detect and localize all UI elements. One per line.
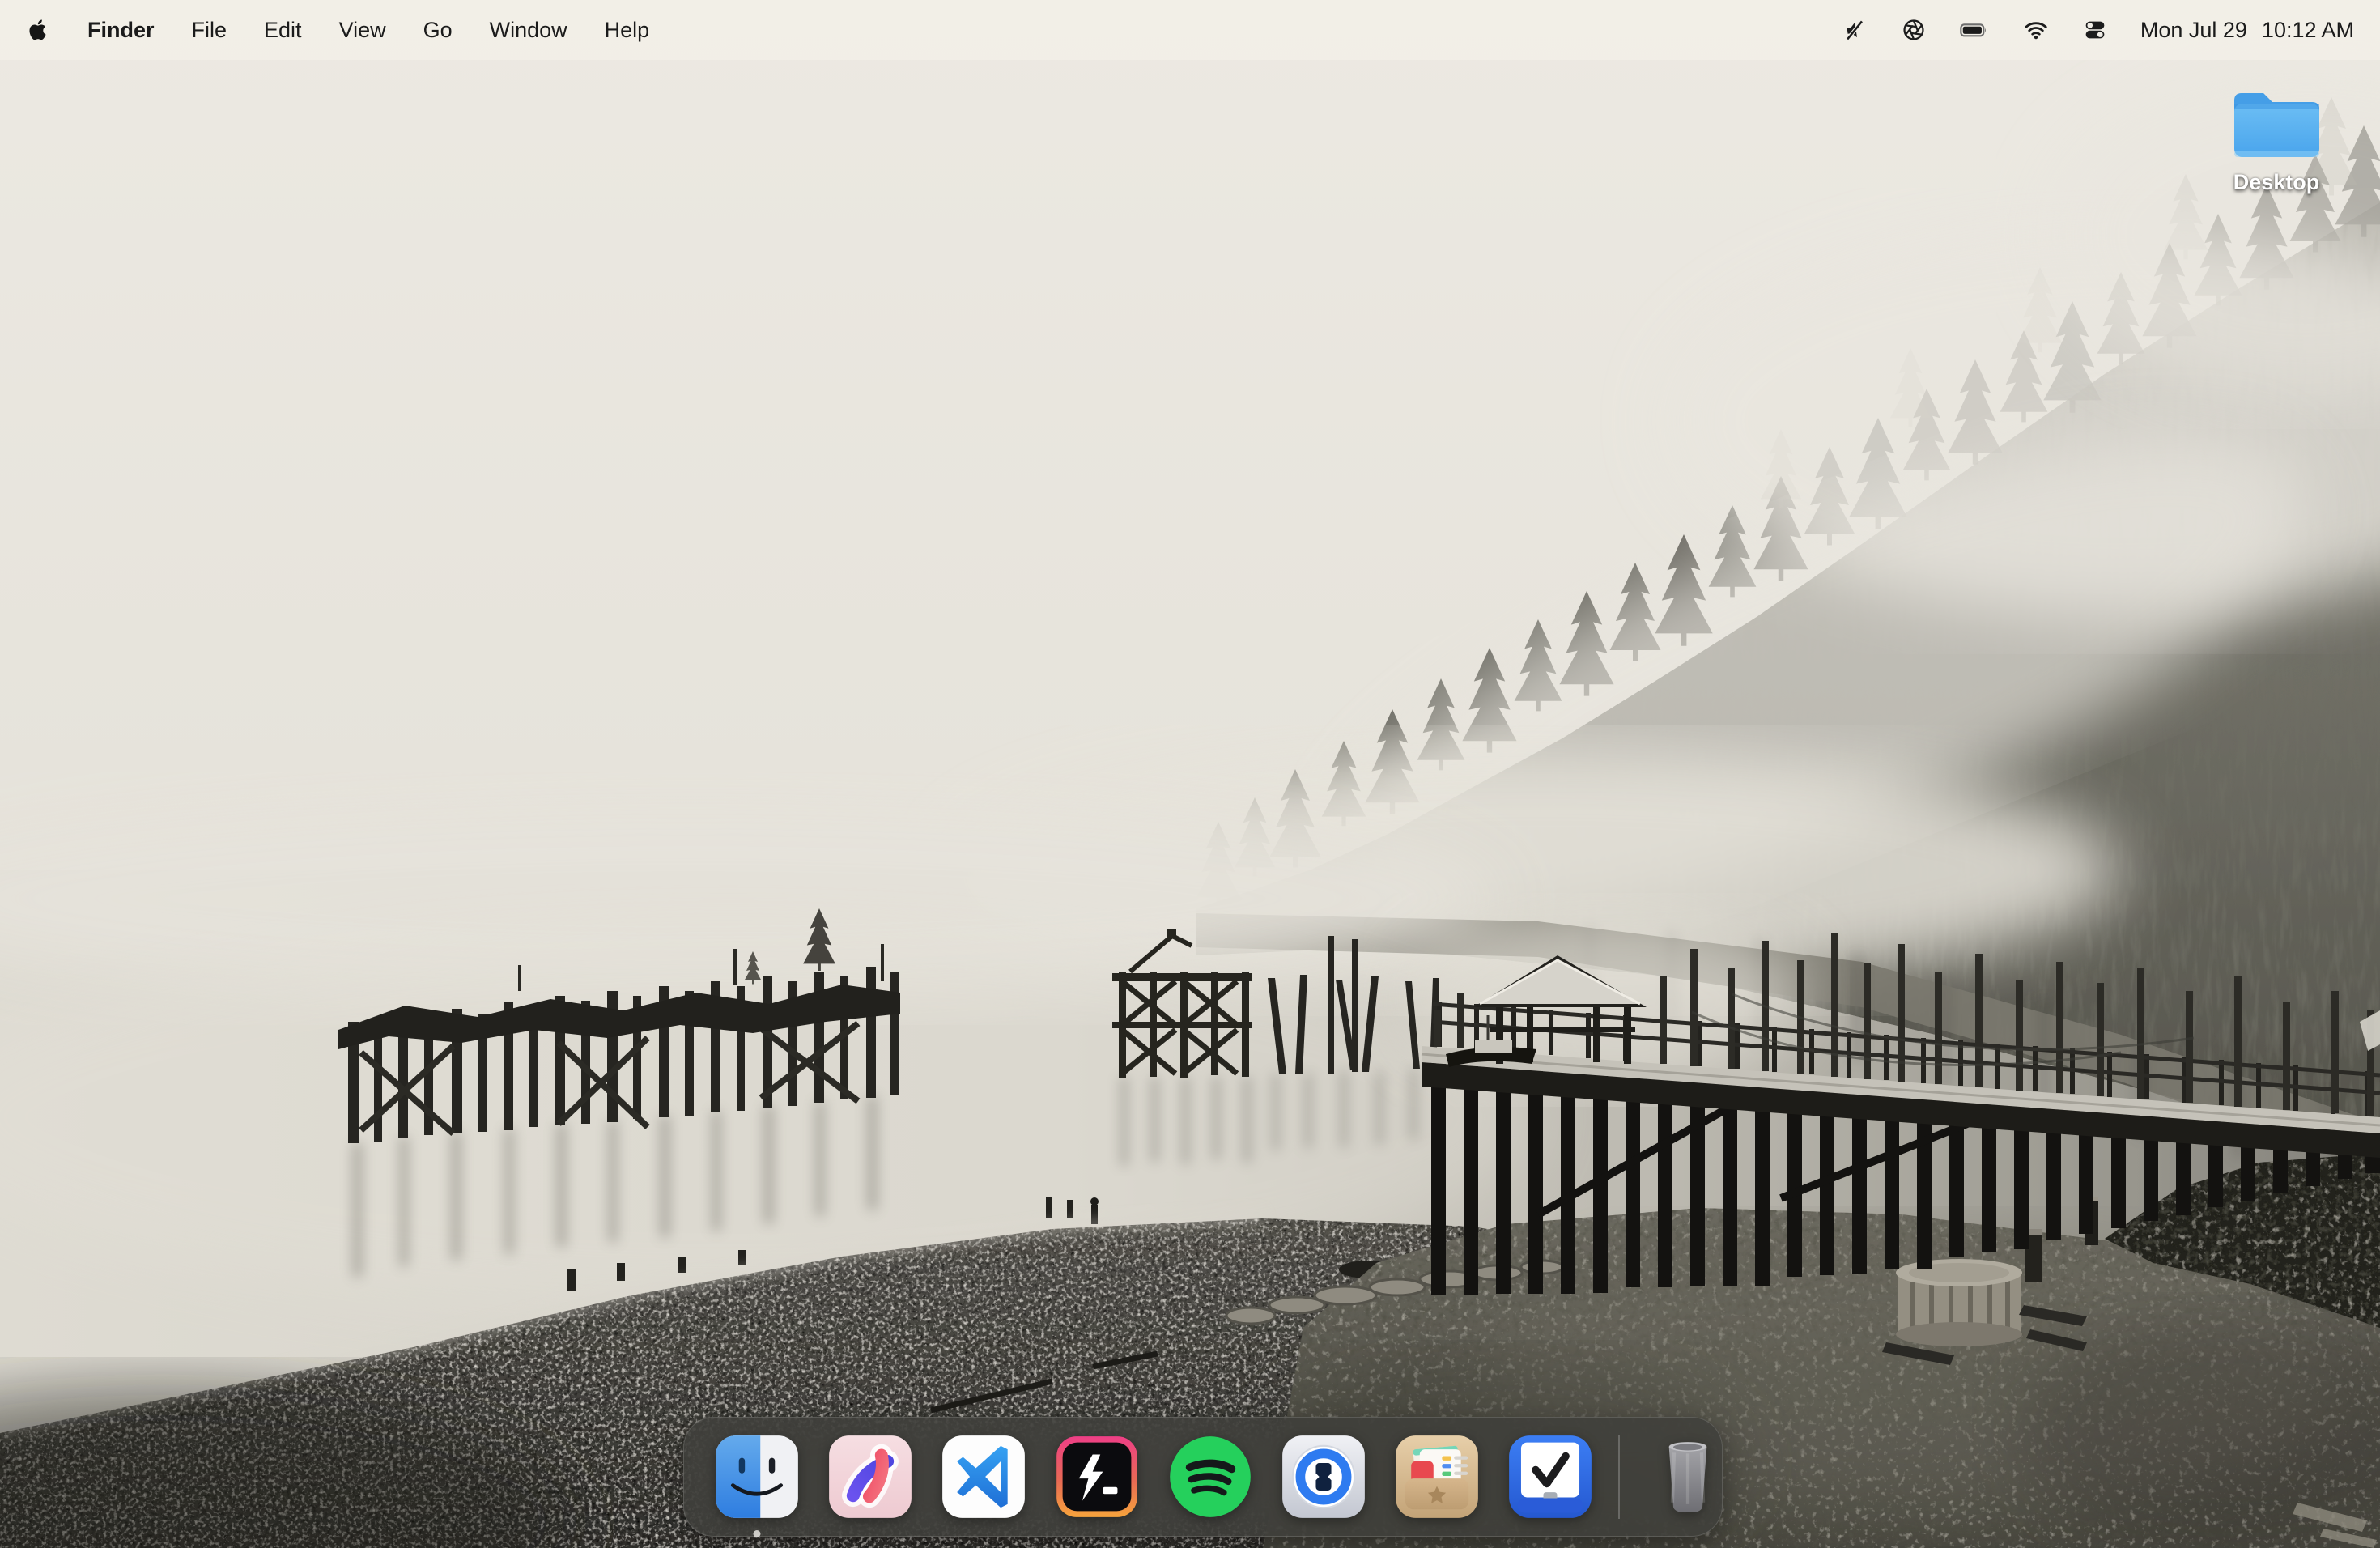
- control-center-icon[interactable]: [2082, 17, 2108, 43]
- volume-muted-icon[interactable]: [1842, 17, 1868, 43]
- active-app-menu[interactable]: Finder: [87, 18, 155, 43]
- dock-item-trash[interactable]: [1645, 1434, 1731, 1520]
- dock: [683, 1417, 1723, 1537]
- menu-help[interactable]: Help: [605, 18, 650, 43]
- menu-go[interactable]: Go: [423, 18, 453, 43]
- apple-menu-icon[interactable]: [26, 18, 50, 42]
- desktop-folder-icon[interactable]: Desktop: [2220, 81, 2333, 195]
- wifi-icon[interactable]: [2022, 17, 2050, 43]
- shutter-aperture-icon[interactable]: [1901, 17, 1927, 43]
- menu-edit[interactable]: Edit: [264, 18, 302, 43]
- dock-item-card-file-box[interactable]: [1394, 1434, 1480, 1520]
- desktop-wallpaper: [0, 0, 2380, 1548]
- dock-separator: [1618, 1435, 1620, 1519]
- dock-item-finder[interactable]: [714, 1434, 800, 1520]
- menu-window[interactable]: Window: [490, 18, 567, 43]
- clock-date: Mon Jul 29: [2140, 18, 2247, 43]
- menu-view[interactable]: View: [339, 18, 386, 43]
- clock-time: 10:12 AM: [2262, 18, 2354, 43]
- menu-bar: Finder File Edit View Go Window Help: [0, 0, 2380, 60]
- dock-item-1password[interactable]: [1281, 1434, 1366, 1520]
- battery-icon[interactable]: [1959, 17, 1990, 43]
- running-indicator: [754, 1530, 761, 1537]
- folder-icon: [2226, 81, 2327, 164]
- dock-item-things[interactable]: [1507, 1434, 1593, 1520]
- dock-item-warp-terminal[interactable]: [1054, 1434, 1140, 1520]
- dock-item-spotify[interactable]: [1167, 1434, 1253, 1520]
- folder-label: Desktop: [2233, 170, 2320, 195]
- macos-desktop: Finder File Edit View Go Window Help: [0, 0, 2380, 1548]
- menu-file[interactable]: File: [192, 18, 227, 43]
- dock-item-vscode[interactable]: [941, 1434, 1026, 1520]
- dock-item-arc-browser[interactable]: [827, 1434, 913, 1520]
- menu-bar-clock[interactable]: Mon Jul 29 10:12 AM: [2140, 18, 2354, 43]
